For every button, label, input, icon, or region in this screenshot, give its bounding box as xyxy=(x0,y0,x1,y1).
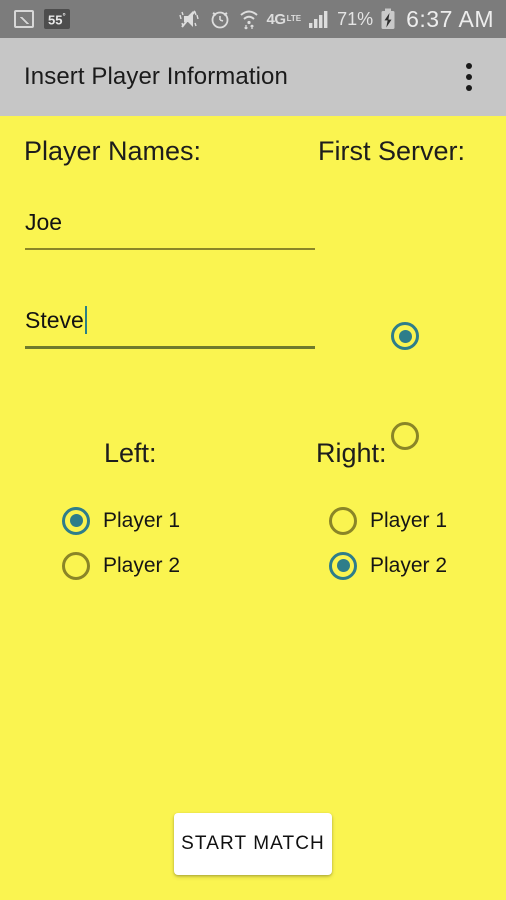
radio-icon[interactable] xyxy=(329,506,357,535)
overflow-dot xyxy=(466,74,472,80)
side-group-titles: Left: Right: xyxy=(0,438,506,482)
app-bar: Insert Player Information xyxy=(0,38,506,116)
network-suffix: LTE xyxy=(286,14,302,23)
cellular-signal-icon xyxy=(308,9,330,29)
photo-icon xyxy=(14,9,34,28)
right-option-player-1[interactable]: Player 1 xyxy=(329,498,447,543)
radio-icon[interactable] xyxy=(62,551,90,580)
overflow-dot xyxy=(466,85,472,91)
player-names-label: Player Names: xyxy=(24,136,202,166)
section-headers: Player Names: First Server: xyxy=(0,116,506,176)
left-side-label: Left: xyxy=(104,438,157,468)
right-side-label: Right: xyxy=(316,438,387,468)
first-server-label: First Server: xyxy=(318,136,466,166)
text-cursor xyxy=(84,306,87,334)
temperature-value: 55 xyxy=(48,12,63,28)
right-option-player-1-label: Player 1 xyxy=(370,508,448,532)
player-1-field-underline xyxy=(25,248,315,250)
left-option-player-2-label: Player 2 xyxy=(103,553,181,577)
left-option-player-2[interactable]: Player 2 xyxy=(62,543,180,588)
start-match-button[interactable]: START MATCH xyxy=(174,813,332,875)
left-option-player-1[interactable]: Player 1 xyxy=(62,498,180,543)
status-bar-right-icons: 4G LTE 71% 6:37 AM xyxy=(176,6,506,33)
page-title: Insert Player Information xyxy=(24,63,288,90)
radio-icon[interactable] xyxy=(329,551,357,580)
status-bar-left-icons: 55° xyxy=(0,8,70,30)
left-side-radio-group: Player 1 Player 2 xyxy=(62,498,180,588)
player-2-name-field[interactable]: Steve xyxy=(25,302,315,349)
battery-charging-icon xyxy=(380,8,396,30)
app-screen: 55° 4G LTE 71% 6:37 AM Insert Player Inf… xyxy=(0,0,506,900)
wifi-icon xyxy=(238,8,260,30)
player-1-name-field[interactable]: Joe xyxy=(25,204,315,250)
volume-mute-vibrate-icon xyxy=(176,8,202,30)
temperature-unit: ° xyxy=(62,11,66,21)
player-1-name-value: Joe xyxy=(25,209,63,235)
main-content: Player Names: First Server: Joe Steve Le… xyxy=(0,116,506,900)
more-vertical-icon[interactable] xyxy=(452,54,486,100)
status-bar: 55° 4G LTE 71% 6:37 AM xyxy=(0,0,506,38)
radio-icon[interactable] xyxy=(62,506,90,535)
right-option-player-2[interactable]: Player 2 xyxy=(329,543,447,588)
network-label: 4G xyxy=(266,10,287,28)
player-2-field-underline xyxy=(25,346,315,349)
right-option-player-2-label: Player 2 xyxy=(370,553,448,577)
first-server-option-player-1[interactable] xyxy=(391,322,421,352)
overflow-dot xyxy=(466,63,472,69)
right-side-radio-group: Player 1 Player 2 xyxy=(329,498,447,588)
network-type-icon: 4G LTE xyxy=(267,11,302,28)
left-option-player-1-label: Player 1 xyxy=(103,508,181,532)
player-2-name-value: Steve xyxy=(25,307,84,333)
radio-icon[interactable] xyxy=(391,322,419,350)
clock-time: 6:37 AM xyxy=(406,5,494,32)
temperature-badge: 55° xyxy=(44,8,70,30)
alarm-clock-icon xyxy=(209,8,231,30)
battery-percent-label: 71% xyxy=(337,8,374,29)
